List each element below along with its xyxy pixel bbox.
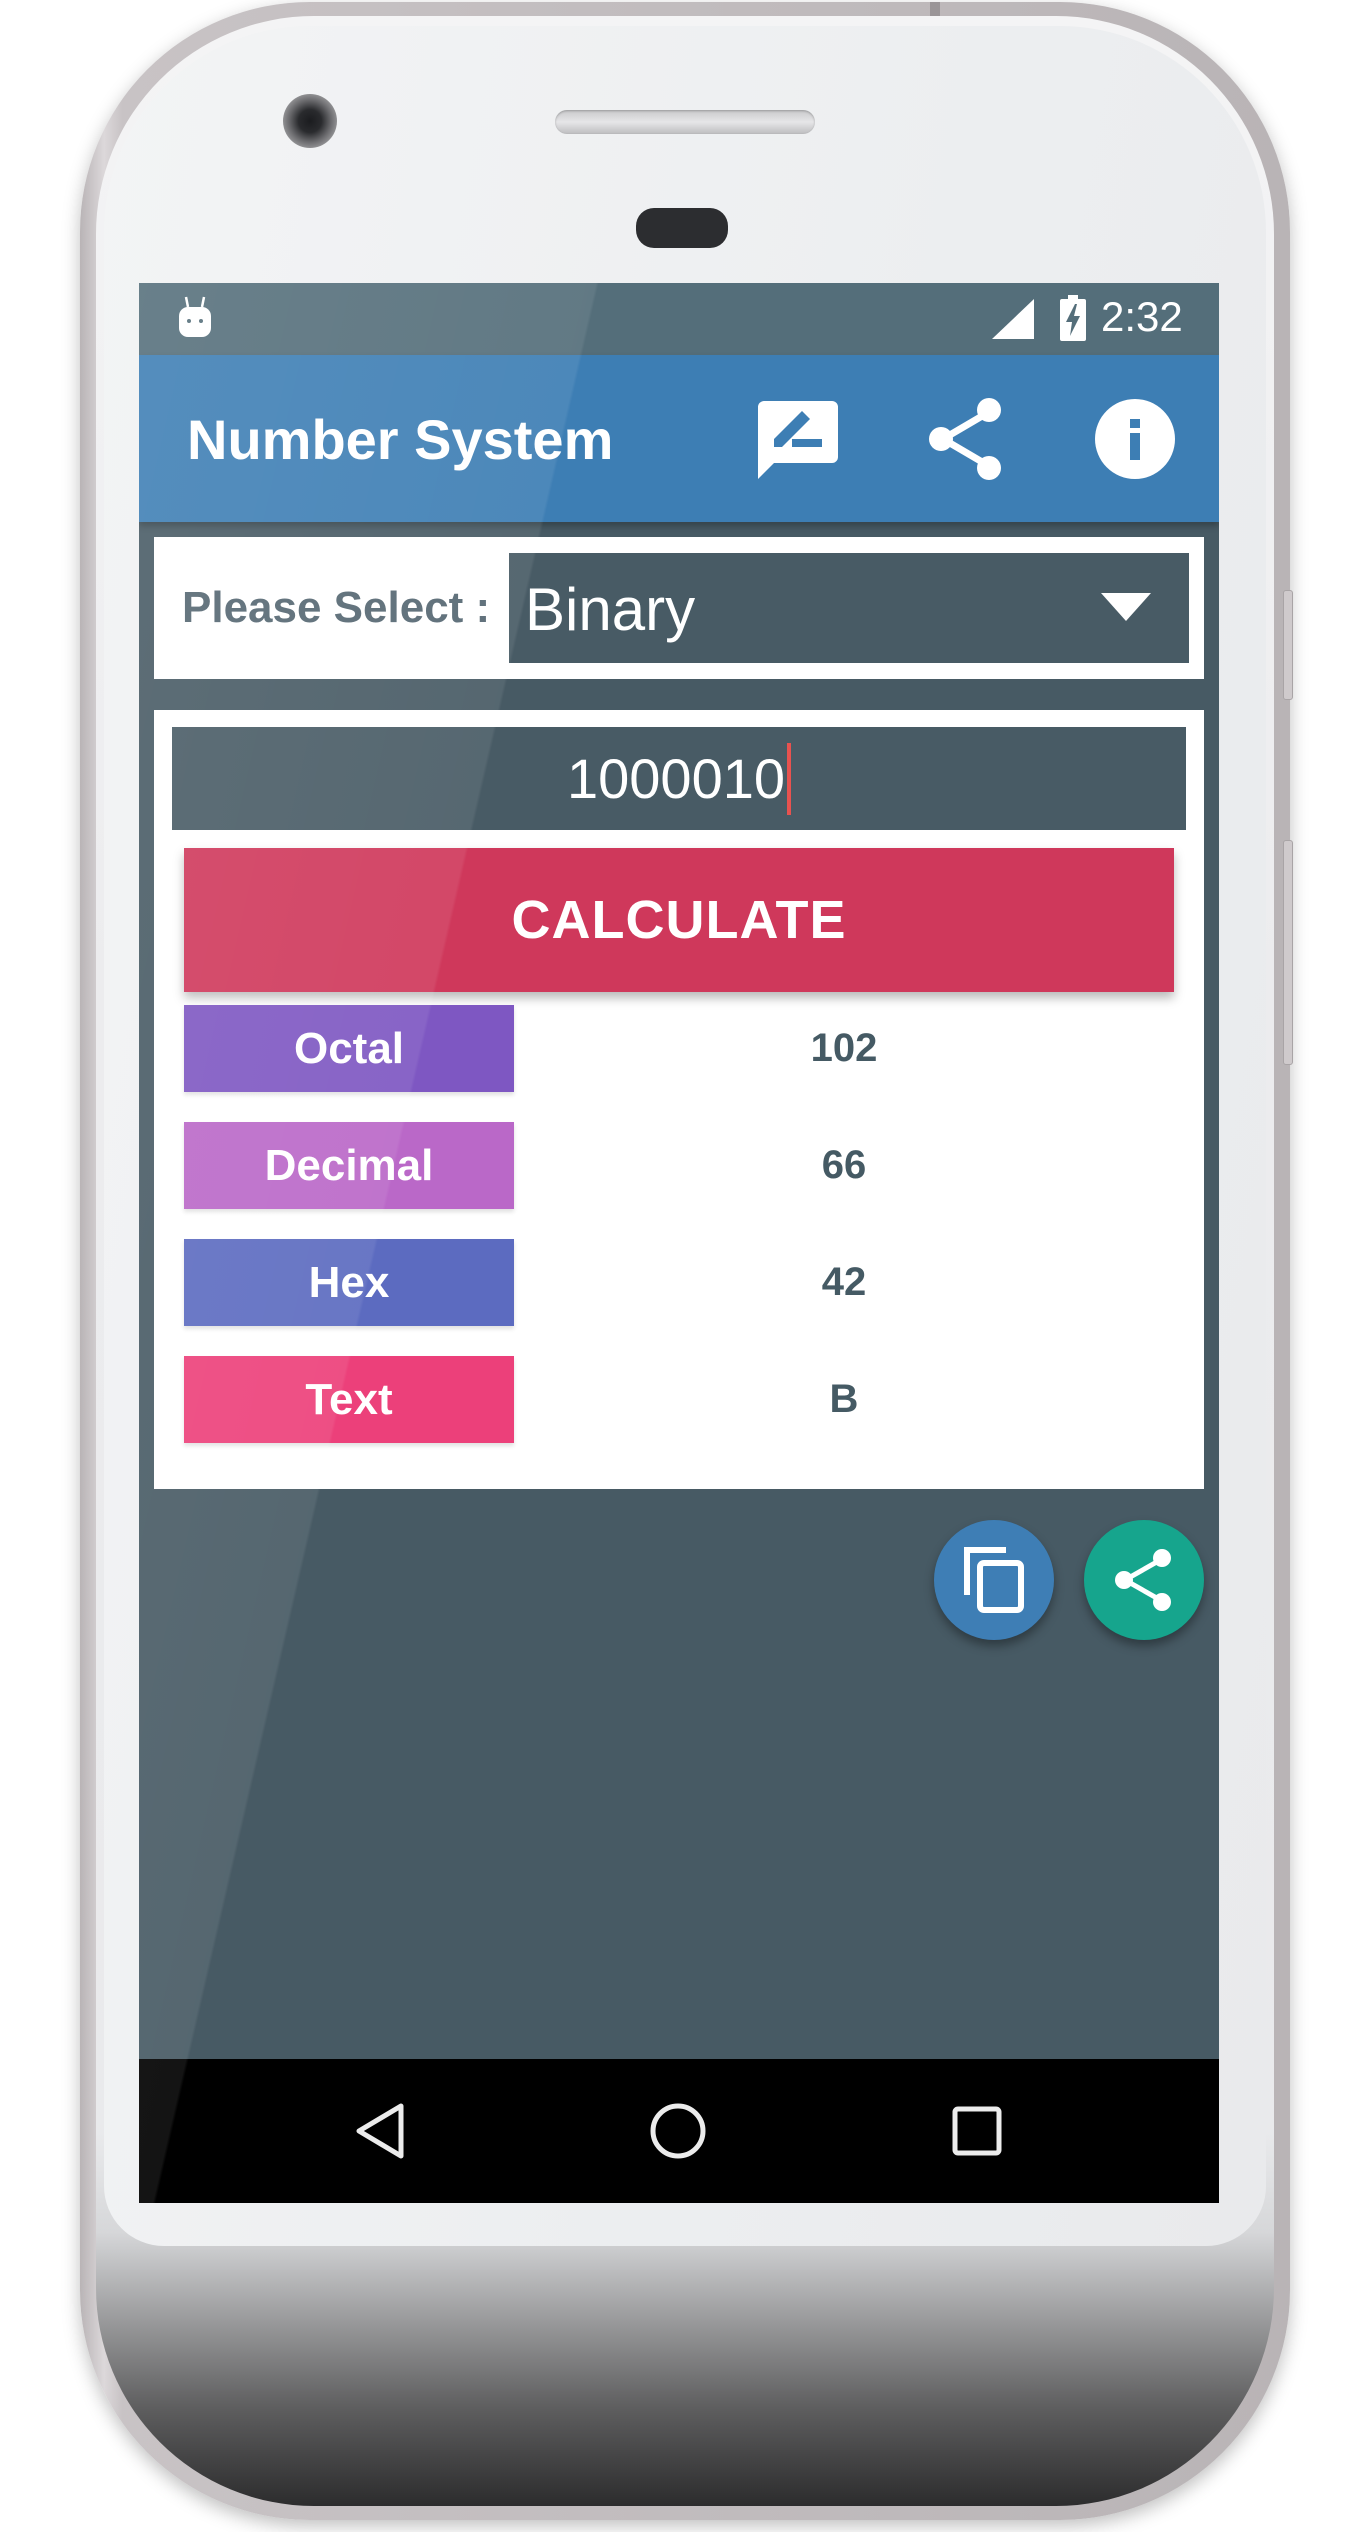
- app-title: Number System: [187, 408, 614, 471]
- recents-icon: [952, 2106, 1002, 2156]
- nav-back-button[interactable]: [335, 2091, 425, 2171]
- system-nav-bar: [139, 2059, 1219, 2203]
- volume-button[interactable]: [1283, 840, 1293, 1065]
- share-icon: [1115, 1549, 1171, 1611]
- dropdown-arrow-icon: [1101, 593, 1151, 621]
- result-value: 102: [810, 1026, 878, 1070]
- antenna-line: [930, 2, 940, 16]
- conversion-card: 1000010 CALCULATE Octal 102 Decimal 66 H…: [154, 710, 1204, 1489]
- nav-home-button[interactable]: [633, 2091, 723, 2171]
- earpiece-speaker: [555, 110, 815, 134]
- screen: 2:32 Number System Please Select: Binar…: [139, 283, 1219, 2203]
- result-label: Octal: [184, 1005, 514, 1092]
- result-value: 42: [821, 1260, 867, 1304]
- android-debug-icon: [179, 296, 211, 337]
- result-row-octal: Octal 102: [184, 1005, 1174, 1092]
- select-label: Please Select :: [182, 583, 491, 632]
- number-input[interactable]: 1000010: [172, 727, 1186, 830]
- number-system-selector-card: Please Select : Binary: [154, 537, 1204, 679]
- share-fab[interactable]: [1084, 1520, 1204, 1640]
- number-system-dropdown[interactable]: Binary: [509, 553, 1189, 663]
- result-row-hex: Hex 42: [184, 1239, 1174, 1326]
- result-label: Text: [184, 1356, 514, 1443]
- info-icon: [1095, 399, 1175, 479]
- app-bar: Number System: [139, 355, 1219, 522]
- status-bar: 2:32: [139, 283, 1219, 355]
- share-icon: [929, 398, 1001, 480]
- cell-signal-icon: [992, 299, 1034, 339]
- result-label: Decimal: [184, 1122, 514, 1209]
- text-cursor: [787, 742, 791, 815]
- front-camera: [283, 94, 337, 148]
- back-icon: [356, 2103, 404, 2159]
- power-button[interactable]: [1283, 590, 1293, 700]
- copy-fab[interactable]: [934, 1520, 1054, 1640]
- result-label: Hex: [184, 1239, 514, 1326]
- share-button[interactable]: [919, 391, 1015, 487]
- result-value: 66: [821, 1143, 867, 1187]
- info-button[interactable]: [1087, 391, 1183, 487]
- result-value: B: [829, 1377, 859, 1421]
- result-row-decimal: Decimal 66: [184, 1122, 1174, 1209]
- selected-system: Binary: [525, 576, 696, 643]
- nav-recents-button[interactable]: [932, 2091, 1022, 2171]
- calculate-button[interactable]: CALCULATE: [184, 848, 1174, 992]
- result-row-text: Text B: [184, 1356, 1174, 1443]
- feedback-button[interactable]: [750, 391, 846, 487]
- number-input-value: 1000010: [566, 747, 785, 810]
- copy-icon: [964, 1547, 1024, 1613]
- status-clock: 2:32: [1101, 293, 1183, 340]
- rate-review-icon: [758, 401, 838, 479]
- battery-charging-icon: [1060, 295, 1086, 341]
- proximity-sensor: [636, 208, 728, 248]
- home-icon: [650, 2103, 706, 2159]
